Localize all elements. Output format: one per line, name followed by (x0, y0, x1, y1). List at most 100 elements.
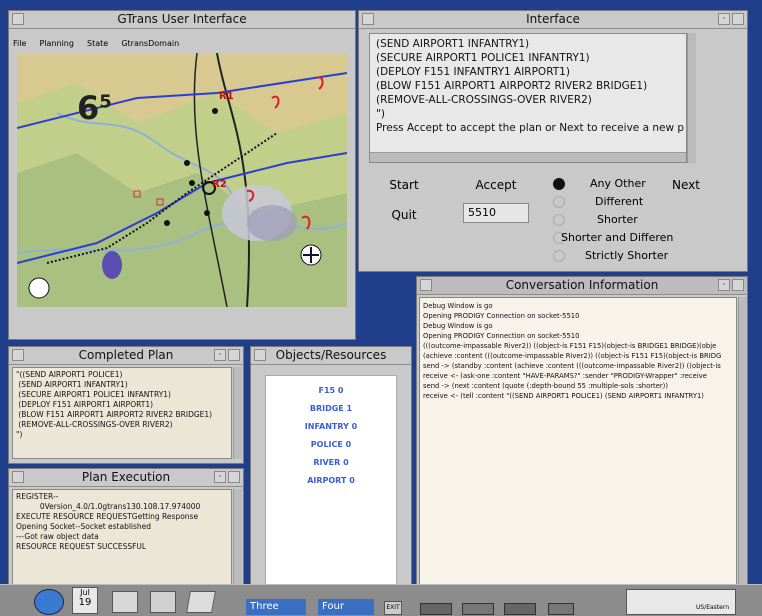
interface-line: (BLOW F151 AIRPORT1 AIRPORT2 RIVER2 BRID… (376, 80, 648, 92)
log-line: send -> (standby :content (achieve :cont… (423, 362, 721, 370)
completed-plan-titlebar[interactable]: Completed Plan · (9, 347, 243, 365)
quit-button[interactable]: Quit (373, 203, 435, 225)
app-manager-icon[interactable] (420, 603, 452, 615)
map-zone-label: 65 (77, 89, 112, 127)
conversation-window: Conversation Information · Debug Window … (416, 276, 748, 606)
start-button[interactable]: Start (373, 173, 435, 195)
object-airport[interactable]: AIRPORT 0 (266, 476, 396, 485)
radio-icon[interactable] (553, 250, 565, 262)
style-manager-icon[interactable] (462, 603, 494, 615)
completed-plan-text[interactable]: "((SEND AIRPORT1 POLICE1) (SEND AIRPORT1… (12, 367, 232, 459)
log-line: Debug Window is go (423, 322, 493, 330)
minimize-button[interactable]: · (214, 471, 226, 483)
object-river[interactable]: RIVER 0 (266, 458, 396, 467)
option-any-other[interactable]: Any Other (553, 176, 663, 192)
plan-execution-text[interactable]: REGISTER-- 0Version_4.0/1.0gtrans130.108… (12, 489, 232, 597)
option-different[interactable]: Different (553, 194, 673, 210)
log-line: Opening PRODIGY Connection on socket-551… (423, 332, 580, 340)
radio-icon[interactable] (553, 196, 565, 208)
conversation-titlebar[interactable]: Conversation Information · (417, 277, 747, 295)
maximize-button[interactable] (732, 13, 744, 25)
plan-line: (DEPLOY F151 AIRPORT1 AIRPORT1) (16, 400, 154, 409)
map-zone-number: 6 (77, 89, 100, 127)
maximize-button[interactable] (228, 349, 240, 361)
conversation-title: Conversation Information (505, 278, 659, 292)
workspace-four[interactable]: Four (318, 599, 374, 615)
map-label-r2: R2 (212, 179, 227, 190)
interface-line: (DEPLOY F151 INFANTRY1 AIRPORT1) (376, 66, 570, 78)
plan-line: (SECURE AIRPORT1 POLICE1 INFANTRY1) (16, 390, 171, 399)
globe-icon[interactable] (34, 589, 64, 615)
gtrans-titlebar[interactable]: GTrans User Interface (9, 11, 355, 29)
object-bridge[interactable]: BRIDGE 1 (266, 404, 396, 413)
calendar-icon[interactable]: Jul 19 (72, 587, 98, 614)
depth-input[interactable]: 5510 (463, 203, 529, 223)
interface-line: (SEND AIRPORT1 INFANTRY1) (376, 38, 530, 50)
interface-vscrollbar[interactable] (687, 33, 696, 163)
gtrans-window: GTrans User Interface File Planning Stat… (8, 10, 356, 340)
object-police[interactable]: POLICE 0 (266, 440, 396, 449)
plan-execution-window: Plan Execution · REGISTER-- 0Version_4.0… (8, 468, 244, 602)
option-label: Shorter and Differen (561, 231, 674, 244)
interface-titlebar[interactable]: Interface · (359, 11, 747, 29)
map-zone-sup: 5 (99, 91, 112, 113)
editor-icon[interactable] (186, 591, 216, 613)
exit-button[interactable]: EXIT (384, 601, 402, 615)
completed-plan-window: Completed Plan · "((SEND AIRPORT1 POLICE… (8, 346, 244, 464)
accept-button[interactable]: Accept (463, 173, 529, 195)
trash-icon[interactable] (548, 603, 574, 615)
log-line: (achieve :content (((outcome-impassable … (423, 352, 722, 360)
log-line: receive <- (ask-one :content "HAVE-PARAM… (423, 372, 707, 380)
radio-icon[interactable] (553, 214, 565, 226)
completed-plan-vscrollbar[interactable] (233, 367, 242, 459)
exec-line: Opening Socket--Socket established (16, 522, 152, 531)
workspace-three[interactable]: Three (246, 599, 306, 615)
menu-gtransdomain[interactable]: GtransDomain (121, 39, 179, 48)
option-label: Different (595, 195, 644, 208)
minimize-button[interactable]: · (718, 13, 730, 25)
conversation-vscrollbar[interactable] (738, 297, 747, 603)
mail-icon[interactable] (112, 591, 138, 613)
plan-execution-title: Plan Execution (81, 470, 171, 484)
interface-line: ") (376, 108, 385, 120)
option-shorter-and-different[interactable]: Shorter and Differen (553, 230, 703, 246)
conversation-log[interactable]: Debug Window is go Opening PRODIGY Conne… (419, 297, 737, 603)
radio-selected-icon[interactable] (553, 178, 565, 190)
interface-line: (SECURE AIRPORT1 POLICE1 INFANTRY1) (376, 52, 590, 64)
minimize-button[interactable]: · (214, 349, 226, 361)
printer-icon[interactable] (150, 591, 176, 613)
menu-file[interactable]: File (13, 39, 26, 48)
map-view[interactable]: 65 R1 R2 (17, 53, 347, 307)
next-button[interactable]: Next (655, 173, 717, 195)
clock-timezone: US/Eastern (695, 604, 729, 611)
plan-execution-vscrollbar[interactable] (233, 489, 242, 597)
plan-line: (SEND AIRPORT1 INFANTRY1) (16, 380, 128, 389)
exec-line: 0Version_4.0/1.0gtrans130.108.17.974000 (16, 502, 201, 511)
interface-line: Press Accept to accept the plan or Next … (376, 122, 685, 134)
log-line: Opening PRODIGY Connection on socket-551… (423, 312, 580, 320)
option-shorter[interactable]: Shorter (553, 212, 673, 228)
plan-line: (REMOVE-ALL-CROSSINGS-OVER RIVER2) (16, 420, 173, 429)
object-f15[interactable]: F15 0 (266, 386, 396, 395)
objects-list[interactable]: F15 0 BRIDGE 1 INFANTRY 0 POLICE 0 RIVER… (265, 375, 397, 597)
exec-line: RESOURCE REQUEST SUCCESSFUL (16, 542, 147, 551)
minimize-button[interactable]: · (718, 279, 730, 291)
plan-execution-titlebar[interactable]: Plan Execution · (9, 469, 243, 487)
help-icon[interactable] (504, 603, 536, 615)
option-strictly-shorter[interactable]: Strictly Shorter (553, 248, 703, 264)
plan-line: ") (16, 430, 23, 439)
plan-line: "((SEND AIRPORT1 POLICE1) (16, 370, 123, 379)
objects-window: Objects/Resources F15 0 BRIDGE 1 INFANTR… (250, 346, 412, 602)
menu-planning[interactable]: Planning (39, 39, 73, 48)
gtrans-title: GTrans User Interface (117, 12, 247, 26)
maximize-button[interactable] (732, 279, 744, 291)
objects-titlebar[interactable]: Objects/Resources (251, 347, 411, 365)
maximize-button[interactable] (228, 471, 240, 483)
interface-hscrollbar[interactable] (370, 152, 686, 162)
log-line: send -> (next :content (quote (:depth-bo… (423, 382, 668, 390)
calendar-day: 19 (78, 597, 92, 608)
option-label: Shorter (597, 213, 638, 226)
interface-output[interactable]: (SEND AIRPORT1 INFANTRY1) (SECURE AIRPOR… (369, 33, 687, 163)
object-infantry[interactable]: INFANTRY 0 (266, 422, 396, 431)
menu-state[interactable]: State (87, 39, 108, 48)
